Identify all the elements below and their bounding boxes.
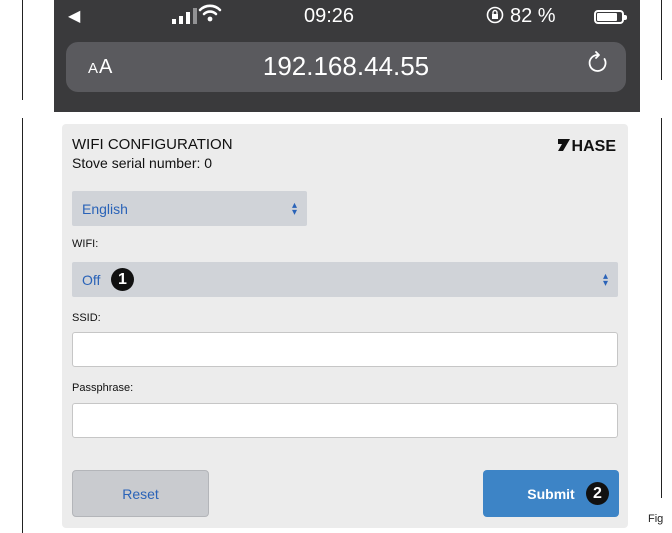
ssid-input[interactable] <box>72 332 618 367</box>
frame-right-line-lower <box>661 118 662 498</box>
form-title: WIFI CONFIGURATION <box>72 136 233 153</box>
passphrase-label: Passphrase: <box>72 382 134 394</box>
logo-mark-icon <box>557 137 571 157</box>
wifi-config-form: WIFI CONFIGURATION Stove serial number: … <box>62 124 628 528</box>
annotation-marker-2: 2 <box>586 482 609 505</box>
serial-number: Stove serial number: 0 <box>72 155 213 171</box>
battery-level-fill <box>597 13 617 21</box>
status-bar: ◀ 09:26 82 % <box>54 0 640 34</box>
submit-label: Submit <box>527 485 575 502</box>
browser-chrome: ◀ 09:26 82 % AA 192.168.44.55 <box>54 0 640 112</box>
ssid-label: SSID: <box>72 312 101 324</box>
hase-logo: HASE <box>557 137 616 157</box>
select-chevron-icon: ▴ ▾ <box>291 199 297 218</box>
signal-strength-icon <box>172 8 197 24</box>
wifi-value: Off <box>82 271 101 288</box>
frame-left-line-lower <box>22 118 23 533</box>
select-chevron-icon: ▴ ▾ <box>602 270 608 289</box>
frame-left-line <box>22 0 23 100</box>
reset-button[interactable]: Reset <box>72 470 209 517</box>
wifi-label: WIFI: <box>72 238 99 250</box>
language-select[interactable]: English ▴ ▾ <box>72 191 307 226</box>
battery-icon <box>594 10 627 24</box>
annotation-marker-1: 1 <box>111 268 134 291</box>
back-arrow-icon[interactable]: ◀ <box>68 6 80 26</box>
battery-percent: 82 % <box>510 5 556 27</box>
address-bar[interactable]: AA 192.168.44.55 <box>66 42 626 92</box>
frame-right-line <box>661 0 662 80</box>
wifi-select[interactable]: Off ▴ ▾ <box>72 262 618 297</box>
figure-label: Fig <box>648 513 664 525</box>
logo-text: HASE <box>571 138 616 155</box>
clock-time: 09:26 <box>304 5 355 27</box>
passphrase-input[interactable] <box>72 403 618 438</box>
wifi-icon <box>198 3 222 29</box>
rotation-lock-icon <box>486 6 504 29</box>
url-text[interactable]: 192.168.44.55 <box>66 51 626 82</box>
language-value: English <box>82 200 128 217</box>
reload-icon[interactable] <box>586 50 610 83</box>
